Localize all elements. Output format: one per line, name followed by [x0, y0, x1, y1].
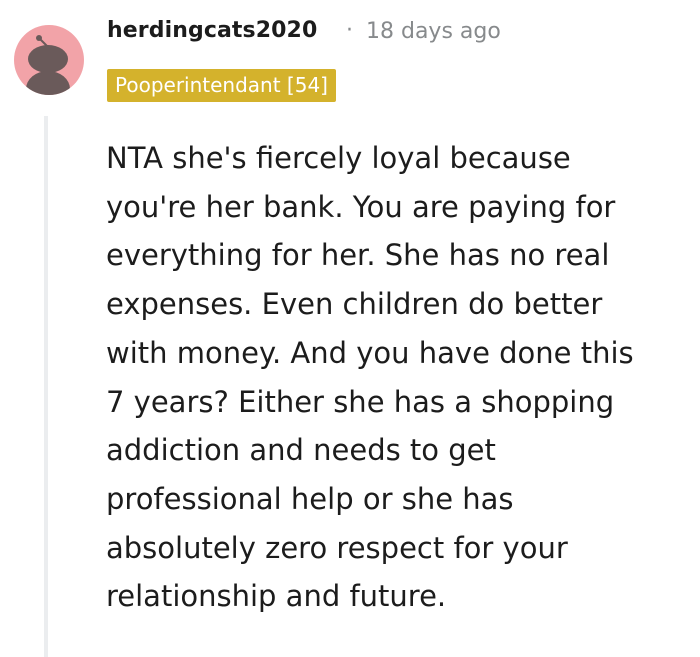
comment-body-line: 7 years? Either she has a shopping [106, 384, 615, 419]
thread-line[interactable] [44, 116, 48, 657]
comment-body-line: relationship and future. [106, 579, 447, 614]
comment-author[interactable]: herdingcats2020 [107, 18, 317, 43]
comment-body-line: professional help or she has [106, 481, 514, 516]
comment-body-line: everything for her. She has no real [106, 238, 610, 273]
user-flair-badge: Pooperintendant [54] [107, 69, 336, 102]
comment-body-line: addiction and needs to get [106, 433, 496, 468]
comment-body: NTA she's fiercely loyal because you're … [106, 134, 698, 621]
comment-timestamp[interactable]: 18 days ago [366, 19, 501, 44]
comment-body-line: absolutely zero respect for your [106, 530, 568, 565]
meta-separator: · [346, 18, 353, 43]
comment-body-line: expenses. Even children do better [106, 287, 603, 322]
comment-body-line: NTA she's fiercely loyal because [106, 141, 571, 175]
comment-body-line: with money. And you have done this [106, 335, 634, 370]
avatar[interactable] [14, 25, 84, 95]
comment-body-line: you're her bank. You are paying for [106, 189, 616, 224]
snoo-avatar-icon [26, 35, 70, 95]
